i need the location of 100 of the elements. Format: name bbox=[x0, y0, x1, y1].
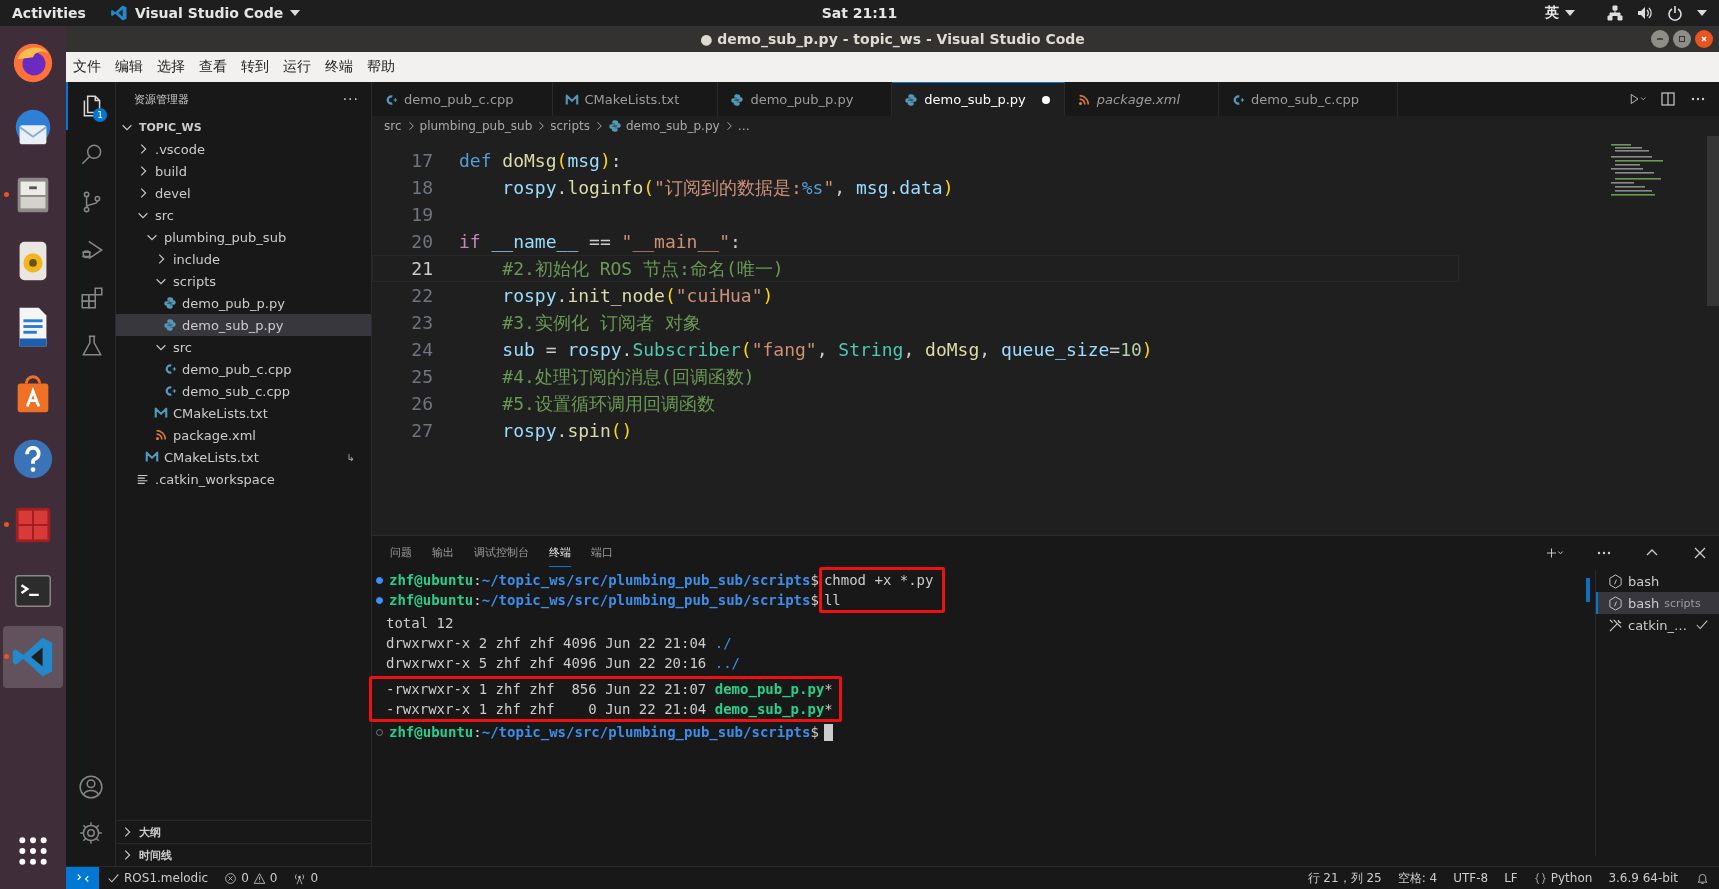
command-status-dot[interactable] bbox=[376, 596, 383, 604]
breadcrumb[interactable]: src bbox=[384, 119, 402, 133]
breadcrumb[interactable]: demo_sub_p.py bbox=[607, 119, 720, 133]
menu-item[interactable]: 终端 bbox=[320, 58, 358, 76]
terminal-session[interactable]: bash bbox=[1596, 570, 1719, 592]
unsaved-dot bbox=[1041, 95, 1050, 104]
more-button[interactable]: ··· bbox=[342, 91, 359, 107]
terminal-session[interactable]: bash scripts bbox=[1596, 592, 1719, 614]
account-icon[interactable] bbox=[77, 774, 104, 800]
prompt: zhf@ubuntu:~/topic_ws/src/plumbing_pub_sub/scripts$ bbox=[389, 592, 819, 608]
status-item[interactable]: 行 21，列 25 bbox=[1299, 869, 1390, 887]
settings-icon[interactable] bbox=[77, 820, 104, 846]
line-number: 24 bbox=[410, 339, 434, 360]
panel-tab[interactable]: 端口 bbox=[591, 539, 613, 567]
menu-item[interactable]: 转到 bbox=[236, 58, 274, 76]
panel-tab[interactable]: 输出 bbox=[432, 539, 454, 567]
menu-item[interactable]: 文件 bbox=[68, 58, 106, 76]
tree-item[interactable]: demo_pub_p.py bbox=[116, 292, 371, 314]
breadcrumb[interactable]: plumbing_pub_sub bbox=[419, 119, 533, 133]
warning-icon bbox=[252, 871, 266, 885]
clock[interactable]: Sat 21:11 bbox=[821, 5, 898, 21]
line-number: 26 bbox=[410, 393, 434, 414]
tools-icon bbox=[1608, 617, 1623, 633]
prompt: zhf@ubuntu:~/topic_ws/src/plumbing_pub_sub/scripts$ bbox=[389, 724, 819, 740]
cmake-icon bbox=[564, 92, 579, 107]
code-editor-icon bbox=[109, 4, 128, 22]
panel-tab[interactable]: 问题 bbox=[390, 539, 412, 567]
line-number: 21 bbox=[410, 258, 434, 279]
terminal-session[interactable]: catkin_… bbox=[1596, 614, 1719, 636]
tree-item[interactable]: demo_pub_c.cpp bbox=[116, 358, 371, 380]
code-line: def doMsg(msg): bbox=[459, 150, 622, 171]
network-icon[interactable] bbox=[1607, 5, 1623, 21]
breadcrumb[interactable]: … bbox=[737, 119, 750, 133]
problems-status[interactable]: 0 0 bbox=[216, 871, 286, 885]
code-line: rospy.loginfo("订阅到的数据是:%s", msg.data) bbox=[501, 175, 954, 200]
bell-icon[interactable] bbox=[1696, 871, 1709, 885]
app-menu[interactable]: Visual Studio Code bbox=[109, 4, 301, 22]
status-item[interactable]: UTF-8 bbox=[1445, 871, 1497, 885]
volume-icon[interactable] bbox=[1637, 5, 1653, 21]
menu-item[interactable]: 运行 bbox=[278, 58, 316, 76]
python-icon bbox=[904, 92, 919, 107]
dropdown-icon bbox=[1697, 10, 1707, 16]
line-number: 23 bbox=[410, 312, 434, 333]
python-icon bbox=[163, 296, 177, 310]
tree-item[interactable]: package.xml bbox=[116, 424, 371, 446]
scrollbar-thumb[interactable] bbox=[1586, 578, 1590, 602]
status-item[interactable]: Python bbox=[1525, 871, 1601, 885]
terminal-output-line: drwxrwxr-x 2 zhf zhf 4096 Jun 22 21:04 ./ bbox=[386, 635, 732, 651]
app-grid-icon[interactable] bbox=[17, 835, 49, 867]
tree-item[interactable]: devel bbox=[116, 182, 371, 204]
terminal-output-line: -rwxrwxr-x 1 zhf zhf 856 Jun 22 21:07 demo_pub_p.py* bbox=[386, 681, 833, 697]
split-editor-icon[interactable] bbox=[1659, 91, 1677, 107]
line-number: 22 bbox=[410, 285, 434, 306]
python-icon bbox=[607, 119, 622, 133]
cmake-icon bbox=[145, 450, 159, 464]
tree-item[interactable]: CMakeLists.txt ↳ bbox=[116, 446, 371, 468]
section-header[interactable]: 大纲 bbox=[116, 820, 371, 843]
menu-item[interactable]: 选择 bbox=[152, 58, 190, 76]
ros-status[interactable]: ROS1.melodic bbox=[99, 871, 217, 885]
menu-item[interactable]: 编辑 bbox=[110, 58, 148, 76]
status-item[interactable]: LF bbox=[1496, 871, 1526, 885]
tree-item[interactable]: src bbox=[116, 336, 371, 358]
tree-item[interactable]: demo_sub_p.py bbox=[116, 314, 371, 336]
dropdown-icon bbox=[290, 10, 301, 16]
input-method-menu[interactable]: 英 bbox=[1545, 4, 1575, 22]
run-icon[interactable] bbox=[1629, 91, 1647, 107]
code-line: #5.设置循环调用回调函数 bbox=[501, 391, 715, 416]
tree-item[interactable]: include bbox=[116, 248, 371, 270]
tree-item[interactable]: .catkin_workspace bbox=[116, 468, 371, 490]
terminal-output-line: total 12 bbox=[386, 615, 454, 631]
status-item[interactable]: 3.6.9 64-bit bbox=[1600, 871, 1686, 885]
sidebar-title: 资源管理器 bbox=[134, 91, 189, 107]
tree-item[interactable]: .vscode bbox=[116, 138, 371, 160]
editor-tab[interactable]: demo_sub_p.py bbox=[892, 82, 1065, 116]
command-status-dot[interactable] bbox=[376, 576, 383, 584]
python-icon bbox=[163, 318, 177, 332]
minimize-button[interactable] bbox=[1651, 30, 1669, 48]
breadcrumb[interactable]: scripts bbox=[550, 119, 590, 133]
menu-item[interactable]: 查看 bbox=[194, 58, 232, 76]
close-button[interactable] bbox=[1695, 30, 1713, 48]
tree-item[interactable]: src bbox=[116, 204, 371, 226]
activities-button[interactable]: Activities bbox=[12, 5, 86, 21]
tree-item[interactable]: scripts bbox=[116, 270, 371, 292]
tree-item[interactable]: CMakeLists.txt bbox=[116, 402, 371, 424]
status-item[interactable]: 空格: 4 bbox=[1389, 869, 1446, 887]
panel-tab[interactable]: 终端 bbox=[549, 539, 571, 567]
power-icon[interactable] bbox=[1667, 5, 1683, 21]
extensions-icon bbox=[78, 285, 105, 311]
ports-status[interactable]: 0 bbox=[285, 871, 327, 885]
command-text: chmod +x *.py bbox=[823, 572, 934, 588]
close-icon bbox=[1699, 34, 1709, 44]
tree-item[interactable]: build bbox=[116, 160, 371, 182]
menu-item[interactable]: 帮助 bbox=[362, 58, 400, 76]
workspace-header[interactable]: TOPIC_WS bbox=[116, 116, 371, 138]
tree-item[interactable]: plumbing_pub_sub bbox=[116, 226, 371, 248]
panel-tab[interactable]: 调试控制台 bbox=[474, 539, 529, 567]
cube-icon bbox=[1608, 595, 1623, 611]
maximize-button[interactable] bbox=[1673, 30, 1691, 48]
tree-item[interactable]: demo_sub_c.cpp bbox=[116, 380, 371, 402]
remote-button[interactable] bbox=[66, 867, 99, 889]
